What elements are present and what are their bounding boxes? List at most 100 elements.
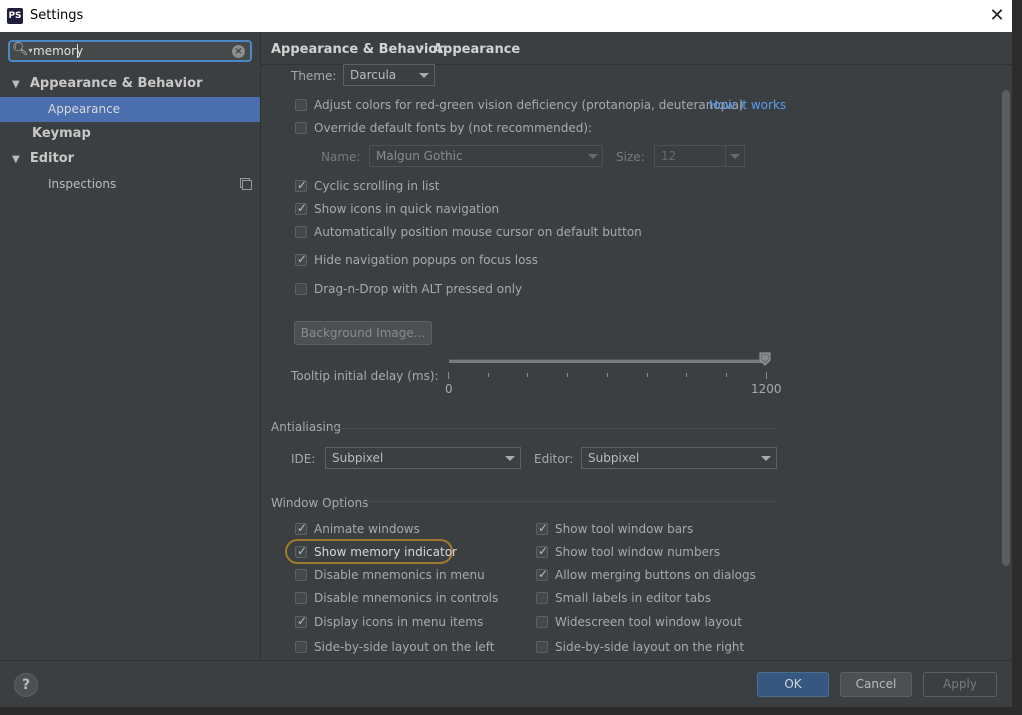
font-size-label: Size: (616, 150, 645, 164)
window-option-right-label-1: Show tool window numbers (555, 545, 721, 559)
colorblind-checkbox[interactable] (295, 99, 307, 111)
breadcrumb-current: Appearance (433, 42, 521, 57)
app-icon: PS (7, 8, 23, 24)
auto-mouse-checkbox[interactable] (295, 226, 307, 238)
window-option-right-checkbox-0[interactable] (536, 521, 548, 535)
hide-popups-label: Hide navigation popups on focus loss (314, 253, 538, 267)
window-option-left-label-1: Show memory indicator (314, 545, 457, 559)
window-option-left-label-4: Display icons in menu items (314, 615, 484, 629)
chevron-down-icon (761, 456, 771, 461)
dnd-alt-label: Drag-n-Drop with ALT pressed only (314, 282, 523, 296)
chevron-down-icon (505, 456, 515, 461)
background-image-button[interactable]: Background Image... (294, 321, 432, 345)
window-option-right-label-5: Side-by-side layout on the right (555, 640, 745, 654)
icons-quick-nav-checkbox[interactable] (295, 201, 307, 215)
combo-divider (725, 146, 726, 166)
font-name-dropdown[interactable]: Malgun Gothic (369, 145, 603, 167)
help-icon[interactable]: ? (14, 673, 38, 697)
colorblind-label: Adjust colors for red-green vision defic… (314, 98, 744, 112)
window-option-left-label-5: Side-by-side layout on the left (314, 640, 495, 654)
window-option-left-checkbox-3[interactable] (295, 592, 307, 604)
window-option-right-label-2: Allow merging buttons on dialogs (555, 568, 756, 582)
outer-background-bottom (0, 706, 1012, 715)
window-option-left-checkbox-2[interactable] (295, 569, 307, 581)
font-name-label: Name: (321, 150, 361, 164)
breadcrumb-separator: › (419, 41, 425, 56)
editor-aa-dropdown[interactable]: Subpixel (581, 447, 777, 469)
hide-popups-checkbox[interactable] (295, 252, 307, 266)
cyclic-scrolling-label: Cyclic scrolling in list (314, 179, 440, 193)
window-option-right-label-4: Widescreen tool window layout (555, 615, 742, 629)
search-input-value[interactable]: memory (33, 44, 83, 58)
ide-aa-dropdown[interactable]: Subpixel (325, 447, 521, 469)
auto-mouse-label: Automatically position mouse cursor on d… (314, 225, 642, 239)
expand-arrow-icon[interactable]: ▼ (12, 154, 20, 165)
chevron-down-icon (730, 154, 740, 159)
window-option-right-checkbox-2[interactable] (536, 567, 548, 581)
window-option-left-checkbox-1[interactable] (295, 544, 307, 558)
slider-tick (725, 373, 727, 377)
window-option-right-checkbox-1[interactable] (536, 544, 548, 558)
tree-item-label: Appearance & Behavior (29, 76, 203, 91)
window-options-section-title: Window Options (271, 496, 369, 510)
tooltip-delay-slider[interactable] (449, 359, 769, 363)
cyclic-scrolling-checkbox[interactable] (295, 178, 307, 192)
slider-tick (646, 373, 648, 377)
window-option-right-checkbox-5[interactable] (536, 641, 548, 653)
antialiasing-section-title: Antialiasing (271, 420, 342, 434)
icons-quick-nav-label: Show icons in quick navigation (314, 202, 500, 216)
slider-tick (567, 373, 569, 377)
ide-aa-label: IDE: (291, 452, 316, 466)
slider-tick (686, 373, 688, 377)
window-option-left-label-0: Animate windows (314, 522, 420, 536)
chevron-down-icon (419, 73, 429, 78)
window-option-left-label-2: Disable mnemonics in menu (314, 568, 485, 582)
section-divider (362, 501, 778, 502)
slider-tick (765, 372, 767, 379)
clear-search-icon[interactable]: × (232, 45, 245, 58)
slider-tick (487, 373, 489, 377)
tree-item-inspections[interactable]: Inspections (48, 172, 116, 196)
window-option-right-label-3: Small labels in editor tabs (555, 591, 712, 605)
cancel-button[interactable]: Cancel (840, 672, 912, 697)
slider-max-label: 1200 (751, 382, 782, 396)
section-divider (334, 428, 778, 429)
how-it-works-link[interactable]: How it works (709, 98, 786, 112)
window-option-left-label-3: Disable mnemonics in controls (314, 591, 499, 605)
window-option-right-checkbox-3[interactable] (536, 592, 548, 604)
chevron-down-icon (588, 154, 598, 159)
window-title: Settings (30, 8, 84, 23)
slider-knob-icon[interactable] (759, 352, 771, 366)
override-fonts-checkbox[interactable] (295, 122, 307, 134)
window-option-left-checkbox-5[interactable] (295, 641, 307, 653)
vertical-scrollbar[interactable] (1002, 90, 1010, 566)
breadcrumb-parent: Appearance & Behavior (271, 42, 444, 57)
tree-item-editor[interactable]: ▼ Editor (12, 147, 74, 171)
window-option-right-label-0: Show tool window bars (555, 522, 694, 536)
dnd-alt-checkbox[interactable] (295, 283, 307, 295)
search-icon[interactable]: 🔍︎▾ (12, 42, 33, 57)
window-option-left-checkbox-0[interactable] (295, 521, 307, 535)
close-icon[interactable]: ✕ (986, 4, 1008, 28)
slider-tick (448, 372, 449, 379)
ok-button[interactable]: OK (757, 672, 829, 697)
slider-min-label: 0 (445, 382, 453, 396)
title-bar (0, 0, 1012, 32)
theme-label: Theme: (291, 69, 337, 83)
tree-item-keymap[interactable]: Keymap (32, 122, 91, 146)
tree-item-appearance[interactable]: Appearance (48, 97, 120, 121)
project-scope-icon-front (242, 180, 252, 190)
window-option-left-checkbox-4[interactable] (295, 614, 307, 628)
tree-selection-highlight (0, 97, 260, 122)
text-cursor (77, 44, 78, 58)
editor-aa-label: Editor: (534, 452, 574, 466)
tree-item-label: Editor (29, 151, 75, 166)
slider-tick (527, 373, 529, 377)
outer-background (1012, 0, 1022, 715)
apply-button[interactable]: Apply (923, 672, 997, 697)
expand-arrow-icon[interactable]: ▼ (12, 79, 20, 90)
tooltip-delay-label: Tooltip initial delay (ms): (291, 369, 439, 383)
tree-item-appearance-behavior[interactable]: ▼ Appearance & Behavior (12, 72, 202, 96)
override-fonts-label: Override default fonts by (not recommend… (314, 121, 593, 135)
window-option-right-checkbox-4[interactable] (536, 616, 548, 628)
